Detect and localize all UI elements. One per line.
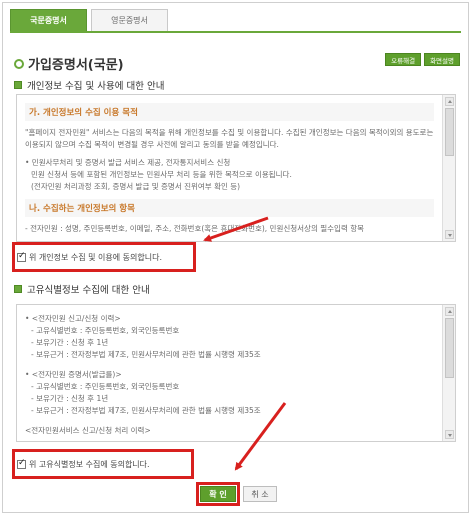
history-period-line: - 보유기간 : 신청 후 1년 <box>31 338 109 347</box>
screen-guide-button[interactable]: 화면설명 <box>424 53 460 66</box>
tab-korean-certificate[interactable]: 국문증명서 <box>10 9 87 31</box>
purpose-subheading: 가. 개인정보의 수집 이용 목적 <box>25 103 434 121</box>
scroll-thumb[interactable] <box>445 318 454 378</box>
scroll-up-arrow-icon[interactable] <box>445 97 454 106</box>
history-bullet: • <전자민원 신고/신청 이력> <box>25 314 121 323</box>
vertical-scrollbar[interactable] <box>442 95 455 241</box>
privacy-section-heading-text: 개인정보 수집 및 사용에 대한 안내 <box>27 81 165 92</box>
certificate-period-line: - 보유기간 : 신청 후 1년 <box>31 394 109 403</box>
history-id-line: - 고유식별번호 : 주민등록번호, 외국인등록번호 <box>31 326 180 335</box>
tab-english-certificate[interactable]: 영문증명서 <box>91 9 168 31</box>
highlight-box-privacy <box>12 242 196 272</box>
history-basis-line: - 보유근거 : 전자정부법 제7조, 민원사무처리에 관한 법률 시행령 제3… <box>31 350 261 359</box>
unique-id-section-heading-text: 고유식별정보 수집에 대한 안내 <box>27 285 150 296</box>
purpose-detail-note: (전자민원 처리과정 조회, 증명서 발급 및 증명서 진위여부 확인 등) <box>31 182 241 191</box>
vertical-scrollbar[interactable] <box>442 305 455 441</box>
error-resolve-button[interactable]: 오류해결 <box>385 53 422 66</box>
items-subheading: 나. 수집하는 개인정보의 항목 <box>25 199 434 217</box>
confirm-button[interactable]: 확 인 <box>200 486 236 502</box>
page-title: 가입증명서(국문) <box>14 54 124 73</box>
square-bullet-icon <box>14 81 22 89</box>
scroll-thumb[interactable] <box>445 108 454 156</box>
purpose-paragraph: "홈페이지 전자민원" 서비스는 다음의 목적을 위해 개인정보를 수집 및 이… <box>25 128 434 149</box>
unique-id-terms-box[interactable]: • <전자민원 신고/신청 이력> - 고유식별번호 : 주민등록번호, 외국인… <box>16 304 456 442</box>
items-line: - 전자민원 : 성명, 주민등록번호, 이메일, 주소, 전화번호(혹은 휴대… <box>25 224 365 233</box>
certificate-tabs: 국문증명서 영문증명서 <box>10 9 172 31</box>
faded-line: <전자민원서비스 신고/신청 처리 이력> <box>25 426 151 435</box>
help-buttons: 오류해결 화면설명 <box>385 53 460 66</box>
page-title-text: 가입증명서(국문) <box>28 58 124 73</box>
cancel-button[interactable]: 취 소 <box>243 486 277 502</box>
scroll-up-arrow-icon[interactable] <box>445 307 454 316</box>
purpose-detail: 민원 신청서 등에 포함된 개인정보는 민원사무 처리 등을 위한 목적으로 이… <box>31 170 292 179</box>
certificate-id-line: - 고유식별번호 : 주민등록번호, 외국인등록번호 <box>31 382 180 391</box>
unique-id-section-heading: 고유식별정보 수집에 대한 안내 <box>14 282 150 296</box>
scroll-down-arrow-icon[interactable] <box>445 430 454 439</box>
privacy-section-heading: 개인정보 수집 및 사용에 대한 안내 <box>14 78 164 92</box>
certificate-basis-line: - 보유근거 : 전자정부법 제7조, 민원사무처리에 관한 법률 시행령 제3… <box>31 406 261 415</box>
square-bullet-icon <box>14 285 22 293</box>
highlight-box-unique-id <box>12 449 194 479</box>
certificate-bullet: • <전자민원 증명서(발급를)> <box>25 370 122 379</box>
privacy-terms-box[interactable]: 가. 개인정보의 수집 이용 목적 "홈페이지 전자민원" 서비스는 다음의 목… <box>16 94 456 242</box>
purpose-bullet: • 민원사무처리 및 증명서 발급 서비스 제공, 전자통지서비스 신청 <box>25 158 231 167</box>
tab-underline <box>10 31 461 33</box>
scroll-down-arrow-icon[interactable] <box>445 230 454 239</box>
circle-bullet-icon <box>14 58 24 69</box>
